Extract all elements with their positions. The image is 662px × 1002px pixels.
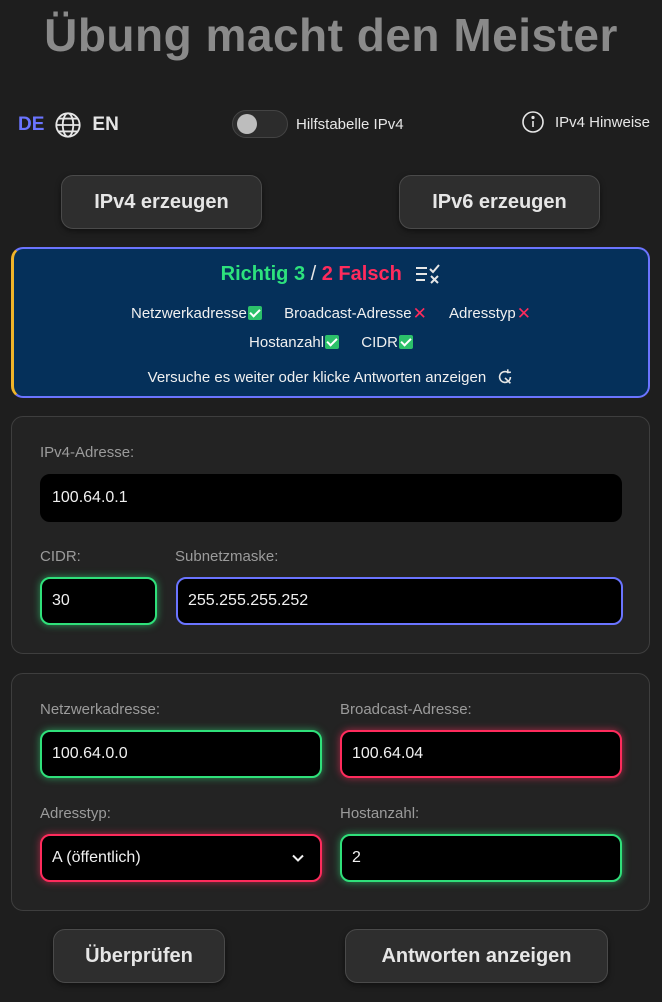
network-address-field[interactable]: 100.64.0.0	[40, 730, 322, 778]
result-message: Versuche es weiter oder klicke Antworten…	[14, 368, 648, 386]
generate-ipv6-button[interactable]: IPv6 erzeugen	[399, 175, 600, 229]
chevron-down-icon	[292, 854, 304, 862]
host-count-label: Hostanzahl:	[340, 805, 420, 822]
input-panel: IPv4-Adresse: 100.64.0.1 CIDR: 30 Subnet…	[11, 416, 650, 654]
check-icon	[247, 306, 262, 320]
checklist-icon	[416, 264, 441, 284]
ipv4-address-field[interactable]: 100.64.0.1	[40, 474, 622, 522]
address-type-label: Adresstyp:	[40, 805, 111, 822]
hint-label: IPv4 Hinweise	[554, 113, 650, 131]
result-items-row-2: Hostanzahl CIDR	[14, 334, 648, 351]
generate-ipv4-button[interactable]: IPv4 erzeugen	[61, 175, 262, 229]
broadcast-address-label: Broadcast-Adresse:	[340, 701, 472, 718]
help-table-toggle[interactable]: Hilfstabelle IPv4	[232, 110, 404, 138]
result-item-network: Netzwerkadresse	[131, 305, 262, 322]
address-type-select[interactable]: A (öffentlich)	[40, 834, 322, 882]
score-separator: /	[305, 263, 322, 285]
result-item-type: Adresstyp✕	[449, 304, 531, 323]
result-item-hosts: Hostanzahl	[249, 334, 340, 351]
page-title: Übung macht den Meister	[44, 9, 618, 61]
subnet-mask-label: Subnetzmaske:	[175, 548, 279, 565]
ipv4-hints-link[interactable]: IPv4 Hinweise	[521, 110, 650, 134]
check-icon	[398, 335, 413, 349]
broadcast-address-field[interactable]: 100.64.04	[340, 730, 622, 778]
toggle-switch[interactable]	[232, 110, 288, 138]
host-count-field[interactable]: 2	[340, 834, 622, 882]
cross-icon: ✕	[516, 304, 531, 323]
show-answers-button[interactable]: Antworten anzeigen	[345, 929, 608, 983]
language-switcher: DE EN	[18, 110, 119, 140]
retry-icon	[499, 369, 512, 384]
result-item-cidr: CIDR	[361, 334, 413, 351]
cidr-field[interactable]: 30	[40, 577, 157, 625]
correct-count: Richtig 3	[220, 263, 306, 285]
lang-en-button[interactable]: EN	[92, 114, 118, 136]
globe-icon[interactable]	[54, 111, 82, 139]
result-summary: Richtig 3 / 2 Falsch	[14, 263, 648, 286]
result-box: Richtig 3 / 2 Falsch Netzwerkadresse Bro…	[11, 247, 650, 398]
toggle-label: Hilfstabelle IPv4	[296, 115, 404, 133]
cross-icon: ✕	[412, 304, 427, 323]
subnet-mask-field[interactable]: 255.255.255.252	[176, 577, 623, 625]
answer-panel: Netzwerkadresse: 100.64.0.0 Broadcast-Ad…	[11, 673, 650, 911]
check-icon	[325, 335, 340, 349]
result-item-broadcast: Broadcast-Adresse✕	[284, 304, 427, 323]
cidr-label: CIDR:	[40, 548, 81, 565]
result-items-row-1: Netzwerkadresse Broadcast-Adresse✕ Adres…	[14, 304, 648, 324]
address-type-value: A (öffentlich)	[52, 849, 141, 866]
wrong-count: 2 Falsch	[321, 263, 402, 285]
check-button[interactable]: Überprüfen	[53, 929, 225, 983]
ipv4-label: IPv4-Adresse:	[40, 444, 135, 461]
toggle-knob	[237, 114, 257, 134]
info-icon	[522, 111, 544, 133]
lang-de-button[interactable]: DE	[18, 114, 44, 136]
network-address-label: Netzwerkadresse:	[40, 701, 161, 718]
